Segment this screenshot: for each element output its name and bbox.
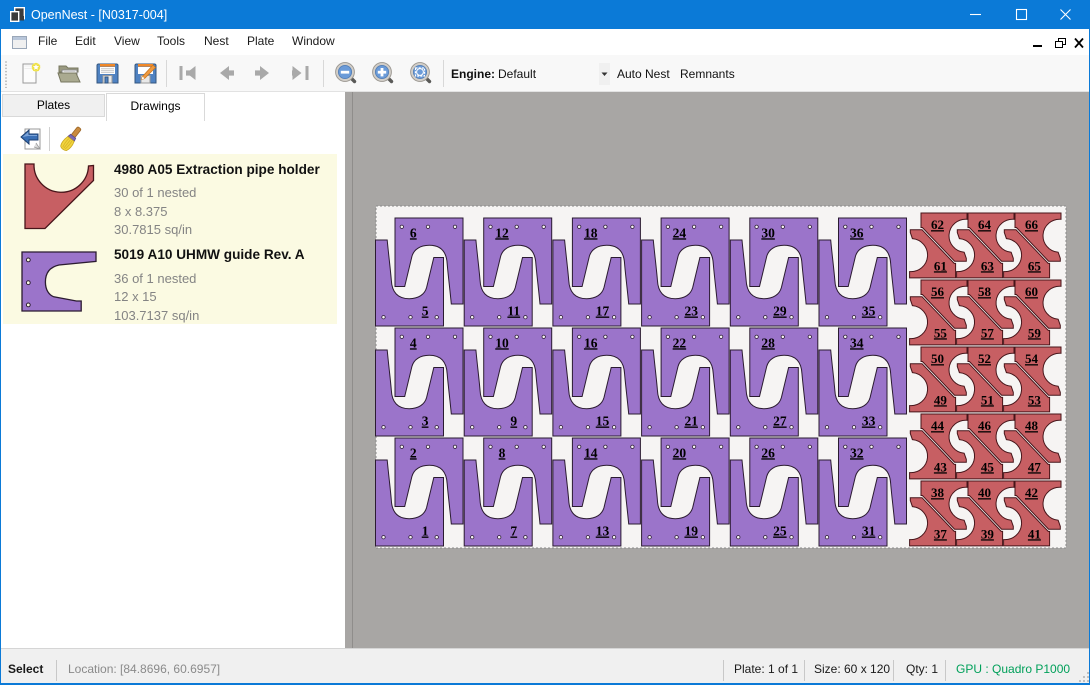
svg-text:20: 20 (673, 445, 687, 460)
svg-text:21: 21 (684, 414, 698, 429)
svg-text:7: 7 (510, 524, 517, 539)
svg-text:27: 27 (773, 414, 787, 429)
svg-text:65: 65 (1028, 258, 1042, 273)
svg-text:57: 57 (981, 325, 995, 340)
svg-text:15: 15 (596, 414, 610, 429)
svg-text:5: 5 (422, 304, 429, 319)
svg-text:53: 53 (1028, 392, 1042, 407)
svg-text:64: 64 (978, 217, 992, 232)
svg-text:40: 40 (978, 485, 991, 500)
svg-text:33: 33 (862, 414, 876, 429)
svg-text:30: 30 (761, 225, 775, 240)
svg-text:8: 8 (499, 445, 506, 460)
svg-text:6: 6 (410, 225, 417, 240)
svg-text:22: 22 (673, 335, 687, 350)
svg-text:44: 44 (931, 418, 945, 433)
svg-text:4: 4 (410, 335, 417, 350)
svg-text:34: 34 (850, 335, 864, 350)
svg-text:18: 18 (584, 225, 598, 240)
svg-text:24: 24 (673, 225, 687, 240)
svg-text:43: 43 (934, 459, 948, 474)
svg-text:36: 36 (850, 225, 864, 240)
svg-text:35: 35 (862, 304, 876, 319)
svg-text:50: 50 (931, 351, 944, 366)
svg-text:51: 51 (981, 392, 994, 407)
svg-text:1: 1 (422, 524, 429, 539)
svg-text:61: 61 (934, 258, 947, 273)
svg-text:10: 10 (495, 335, 509, 350)
svg-text:47: 47 (1028, 459, 1042, 474)
svg-text:16: 16 (584, 335, 598, 350)
svg-text:31: 31 (862, 524, 876, 539)
svg-text:11: 11 (507, 304, 520, 319)
svg-text:63: 63 (981, 258, 995, 273)
svg-text:25: 25 (773, 524, 787, 539)
svg-text:38: 38 (931, 485, 945, 500)
svg-text:28: 28 (761, 335, 775, 350)
svg-text:66: 66 (1025, 217, 1039, 232)
svg-text:56: 56 (931, 284, 945, 299)
svg-text:14: 14 (584, 445, 598, 460)
svg-text:58: 58 (978, 284, 992, 299)
svg-text:9: 9 (510, 414, 517, 429)
svg-text:32: 32 (850, 445, 864, 460)
svg-text:26: 26 (761, 445, 775, 460)
svg-text:55: 55 (934, 325, 948, 340)
svg-text:46: 46 (978, 418, 992, 433)
svg-text:12: 12 (495, 225, 509, 240)
svg-text:59: 59 (1028, 325, 1042, 340)
svg-text:41: 41 (1028, 526, 1041, 541)
svg-text:39: 39 (981, 526, 995, 541)
svg-text:45: 45 (981, 459, 995, 474)
svg-text:13: 13 (596, 524, 610, 539)
svg-text:54: 54 (1025, 351, 1039, 366)
svg-text:42: 42 (1025, 485, 1038, 500)
svg-text:19: 19 (684, 524, 698, 539)
svg-text:48: 48 (1025, 418, 1039, 433)
svg-text:23: 23 (684, 304, 698, 319)
svg-text:29: 29 (773, 304, 787, 319)
svg-text:49: 49 (934, 392, 948, 407)
svg-text:52: 52 (978, 351, 991, 366)
svg-text:17: 17 (596, 304, 610, 319)
svg-text:60: 60 (1025, 284, 1038, 299)
svg-text:62: 62 (931, 217, 944, 232)
svg-text:37: 37 (934, 526, 948, 541)
svg-text:2: 2 (410, 445, 417, 460)
svg-text:3: 3 (422, 414, 429, 429)
